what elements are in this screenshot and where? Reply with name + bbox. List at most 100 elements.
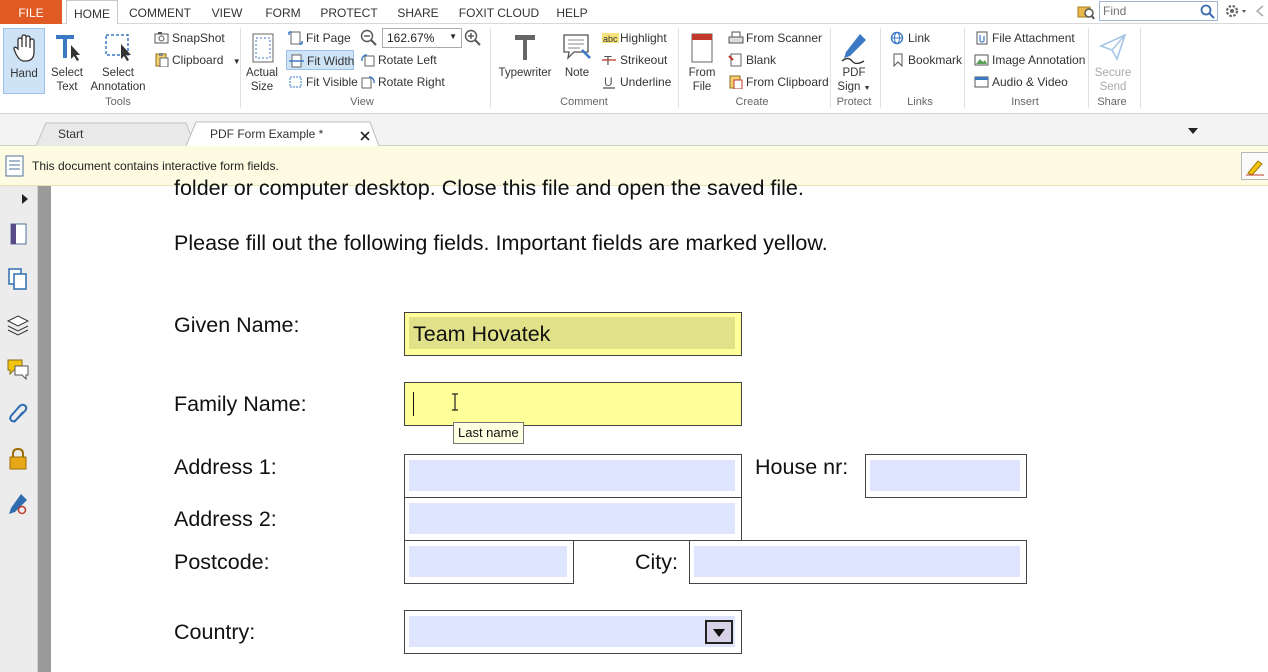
file-attachment-icon	[976, 31, 988, 45]
from-file-label-2: File	[692, 81, 712, 93]
pages-panel-icon[interactable]	[6, 267, 30, 291]
typewriter-button[interactable]: Typewriter	[496, 28, 554, 94]
house-nr-label: House nr:	[755, 455, 849, 479]
address1-field[interactable]	[404, 454, 742, 498]
comments-panel-icon[interactable]	[6, 357, 30, 381]
document-view[interactable]: folder or computer desktop. Close this f…	[38, 176, 1268, 672]
highlight-fields-button[interactable]	[1241, 152, 1268, 180]
collapse-arrow-icon[interactable]	[1254, 4, 1266, 18]
pdf-sign-label-1: PDF	[842, 67, 866, 79]
fit-width-button[interactable]: Fit Width	[286, 50, 354, 70]
expand-panel-icon[interactable]	[20, 193, 30, 205]
doc-tab-start[interactable]: Start	[44, 122, 184, 146]
tab-home[interactable]: HOME	[66, 0, 118, 25]
rotate-left-button[interactable]: Rotate Left	[358, 50, 437, 70]
select-text-label-2: Text	[56, 81, 78, 93]
signatures-panel-icon[interactable]	[6, 492, 30, 516]
form-document-icon	[5, 155, 24, 177]
country-dropdown-arrow[interactable]	[705, 620, 733, 644]
note-label: Note	[564, 67, 590, 79]
navigation-panel	[0, 186, 39, 672]
security-panel-icon[interactable]	[6, 447, 30, 471]
doc-tab-start-label: Start	[58, 127, 84, 141]
blank-button[interactable]: Blank	[726, 50, 776, 70]
tab-help[interactable]: HELP	[552, 0, 592, 24]
address2-label: Address 2:	[174, 507, 277, 531]
given-name-field[interactable]: Team Hovatek	[404, 312, 742, 356]
from-clipboard-button[interactable]: From Clipboard	[726, 72, 829, 92]
layers-panel-icon[interactable]	[6, 312, 30, 336]
rotate-right-button[interactable]: Rotate Right	[358, 72, 445, 92]
tab-share[interactable]: SHARE	[392, 0, 444, 24]
file-attachment-button[interactable]: File Attachment	[972, 28, 1075, 48]
search-icon[interactable]	[1200, 4, 1215, 19]
pdf-sign-button[interactable]: PDF Sign ▼	[834, 28, 874, 94]
fit-width-label: Fit Width	[307, 54, 355, 68]
create-group-label: Create	[735, 96, 769, 108]
postcode-field[interactable]	[404, 540, 574, 584]
tab-list-dropdown-icon[interactable]	[1187, 126, 1199, 136]
attachments-panel-icon[interactable]	[6, 402, 30, 426]
strikeout-button[interactable]: T Strikeout	[600, 50, 667, 70]
doc-instructions: Please fill out the following fields. Im…	[174, 231, 828, 255]
tab-view[interactable]: VIEW	[204, 0, 250, 24]
link-button[interactable]: Link	[888, 28, 930, 48]
secure-send-button[interactable]: Secure Send	[1090, 28, 1136, 94]
zoom-out-icon[interactable]	[360, 29, 378, 47]
actual-size-button[interactable]: Actual Size	[244, 28, 280, 94]
city-field[interactable]	[689, 540, 1027, 584]
find-input[interactable]	[1100, 2, 1198, 20]
fit-visible-icon	[289, 76, 302, 88]
typewriter-icon	[515, 35, 535, 60]
tab-protect[interactable]: PROTECT	[316, 0, 382, 24]
country-dropdown[interactable]	[404, 610, 742, 654]
fit-visible-button[interactable]: Fit Visible	[286, 72, 358, 92]
from-file-label-1: From	[688, 67, 716, 79]
highlight-icon: abc	[602, 33, 619, 44]
address1-label: Address 1:	[174, 455, 277, 479]
doc-tab-pdf-form-label: PDF Form Example *	[210, 127, 324, 141]
note-button[interactable]: Note	[558, 28, 596, 94]
zoom-select[interactable]: 162.67% ▼	[382, 28, 462, 48]
actual-size-label-1: Actual	[246, 67, 278, 79]
hand-tool-button[interactable]: Hand	[3, 28, 45, 94]
highlight-button[interactable]: abc Highlight	[600, 28, 667, 48]
select-text-button[interactable]: Select Text	[48, 28, 86, 94]
comment-group-label: Comment	[560, 96, 608, 108]
snapshot-button[interactable]: SnapShot	[152, 28, 225, 48]
select-annotation-button[interactable]: Select Annotation	[88, 28, 148, 94]
from-clipboard-label: From Clipboard	[746, 75, 829, 89]
doc-tab-pdf-form-example[interactable]: PDF Form Example *	[196, 122, 372, 146]
country-label: Country:	[174, 620, 256, 644]
doc-text-partial-line: folder or computer desktop. Close this f…	[174, 176, 804, 200]
bookmarks-panel-icon[interactable]	[6, 222, 30, 246]
foxit-reader-window: FILE HOME COMMENT VIEW FORM PROTECT SHAR…	[0, 0, 1268, 672]
clipboard-button[interactable]: Clipboard ▼	[152, 50, 241, 70]
house-nr-field[interactable]	[865, 454, 1027, 498]
group-separator	[964, 28, 965, 108]
links-group-label: Links	[907, 96, 933, 108]
tab-file[interactable]: FILE	[0, 0, 62, 24]
tab-form[interactable]: FORM	[260, 0, 306, 24]
search-folder-icon[interactable]	[1077, 3, 1095, 21]
from-scanner-button[interactable]: From Scanner	[726, 28, 822, 48]
underline-button[interactable]: U Underline	[600, 72, 671, 92]
image-annotation-button[interactable]: Image Annotation	[972, 50, 1085, 70]
select-text-label-1: Select	[51, 67, 83, 79]
select-text-icon	[56, 35, 80, 61]
fit-page-button[interactable]: Fit Page	[286, 28, 351, 48]
given-name-label: Given Name:	[174, 313, 300, 337]
bookmark-button[interactable]: Bookmark	[888, 50, 962, 70]
gear-icon[interactable]	[1224, 3, 1250, 20]
tab-comment[interactable]: COMMENT	[126, 0, 194, 24]
underline-label: Underline	[620, 75, 672, 89]
close-tab-icon[interactable]	[359, 130, 371, 142]
audio-video-button[interactable]: Audio & Video	[972, 72, 1068, 92]
from-file-button[interactable]: From File	[684, 28, 720, 94]
zoom-in-icon[interactable]	[464, 29, 482, 47]
family-name-label: Family Name:	[174, 392, 307, 416]
address2-field[interactable]	[404, 497, 742, 541]
city-label: City:	[635, 550, 678, 574]
tab-foxit-cloud[interactable]: FOXIT CLOUD	[454, 0, 544, 24]
blank-label: Blank	[746, 53, 777, 67]
